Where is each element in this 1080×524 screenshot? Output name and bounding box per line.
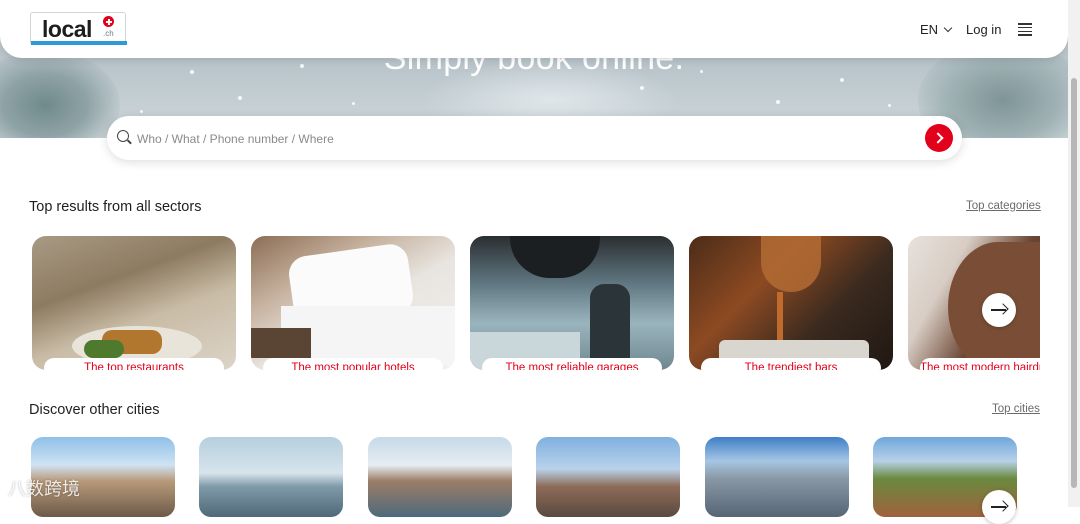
card-hotels[interactable]: The most popular hotels: [251, 236, 455, 370]
card-label: The most reliable garages: [482, 358, 662, 370]
watermark: 八数跨境: [8, 479, 80, 499]
top-categories-link[interactable]: Top categories: [966, 200, 1041, 212]
menu-icon[interactable]: [1018, 23, 1032, 36]
chevron-down-icon: [943, 23, 953, 33]
search-bar: [107, 116, 962, 160]
page-scrollbar[interactable]: [1068, 0, 1080, 507]
carousel-next-button[interactable]: [982, 293, 1016, 327]
card-bars[interactable]: The trendiest bars: [689, 236, 893, 370]
card-garages[interactable]: The most reliable garages: [470, 236, 674, 370]
language-selector[interactable]: EN: [920, 22, 953, 37]
city-card[interactable]: [705, 437, 849, 517]
search-submit-button[interactable]: [925, 124, 953, 152]
card-label: The most modern hairdressers: [920, 358, 1040, 370]
top-header: local .ch EN Log in: [0, 0, 1068, 58]
search-icon: [117, 130, 129, 142]
swiss-cross-icon: [103, 16, 114, 27]
card-label: The trendiest bars: [701, 358, 881, 370]
city-card[interactable]: [199, 437, 343, 517]
section-title-cities: Discover other cities: [29, 402, 160, 418]
card-hairdressers[interactable]: The most modern hairdressers: [908, 236, 1040, 370]
card-label: The top restaurants: [44, 358, 224, 370]
login-link[interactable]: Log in: [966, 22, 1001, 37]
search-input[interactable]: [135, 127, 919, 151]
logo-suffix: .ch: [103, 29, 114, 38]
local-ch-logo[interactable]: local .ch: [30, 12, 127, 45]
city-card[interactable]: [368, 437, 512, 517]
cities-next-button[interactable]: [982, 490, 1016, 524]
section-title-top-results: Top results from all sectors: [29, 199, 202, 215]
logo-bar: [31, 41, 127, 45]
scrollbar-thumb[interactable]: [1071, 78, 1077, 488]
language-label: EN: [920, 22, 939, 37]
top-cities-link[interactable]: Top cities: [992, 403, 1040, 415]
city-card[interactable]: [536, 437, 680, 517]
card-restaurants[interactable]: The top restaurants: [32, 236, 236, 370]
card-label: The most popular hotels: [263, 358, 443, 370]
logo-text: local: [42, 16, 92, 42]
